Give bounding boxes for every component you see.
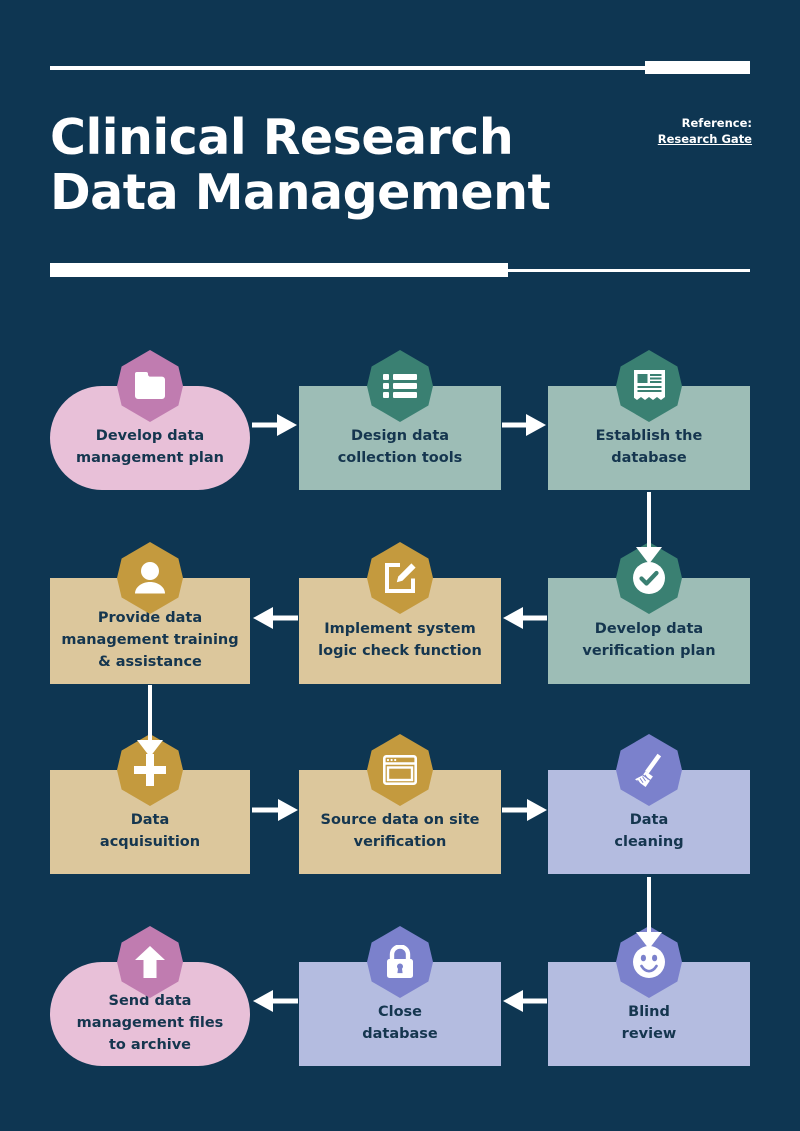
user-icon [135, 562, 165, 594]
flow-node-label: Source data on site verification [320, 812, 480, 850]
flow-node-label: Design data collection tools [337, 428, 463, 466]
page-title-line-1: Clinical Research [50, 109, 514, 166]
broom-icon [635, 753, 662, 787]
connector-arrow-c5 [253, 605, 298, 631]
flow-node-label: Blind review [621, 1004, 677, 1042]
flow-node-label: Close database [362, 1004, 438, 1042]
connector-arrow-c7 [252, 797, 298, 823]
flow-node-data-cleaning[interactable]: Data cleaning [548, 734, 750, 874]
flowchart: Develop data management plan Design data … [0, 300, 800, 1100]
flow-node-label: Develop data verification plan [582, 621, 716, 659]
connector-arrow-c8 [502, 797, 547, 823]
lock-icon [387, 945, 413, 978]
reference-block: Reference: Research Gate [658, 115, 752, 147]
flow-node-label: Send data management files to archive [76, 993, 224, 1053]
flow-node-implement-system-logic-check[interactable]: Implement system logic check function [299, 542, 501, 684]
browser-window-icon [383, 755, 417, 785]
flow-node-provide-data-management-training[interactable]: Provide data management training & assis… [50, 542, 250, 684]
folder-icon [135, 372, 165, 399]
page-title-line-2: Data Management [50, 164, 551, 221]
connector-arrow-c2 [502, 412, 546, 438]
plus-icon [134, 754, 166, 786]
check-circle-icon [633, 562, 665, 594]
reference-label: Reference: [681, 116, 752, 130]
flow-node-label: Provide data management training & assis… [61, 610, 239, 670]
flow-node-blind-review[interactable]: Blind review [548, 926, 750, 1066]
list-icon [383, 374, 417, 398]
flow-node-label: Data acquisuition [99, 812, 201, 850]
connector-arrow-c3 [636, 492, 662, 564]
page-title: Clinical Research Data Management [50, 110, 590, 220]
edit-icon [385, 563, 416, 593]
upload-arrow-icon [135, 946, 165, 978]
flow-node-develop-data-management-plan[interactable]: Develop data management plan [50, 350, 250, 490]
flow-node-label: Data cleaning [614, 812, 684, 850]
connector-arrow-c6 [137, 685, 163, 757]
header-top-accent-block [645, 61, 750, 74]
connector-arrow-c9 [636, 877, 662, 949]
flow-node-close-database[interactable]: Close database [299, 926, 501, 1066]
flow-node-label: Develop data management plan [76, 428, 224, 466]
flow-node-send-data-management-files-to-archive[interactable]: Send data management files to archive [50, 926, 250, 1066]
flow-node-data-acquisuition[interactable]: Data acquisuition [50, 734, 250, 874]
connector-arrow-c10 [503, 988, 547, 1014]
document-icon [633, 369, 665, 400]
smiley-face-icon [633, 946, 665, 978]
flow-node-label: Establish the database [595, 428, 703, 466]
header: Clinical Research Data Management Refere… [0, 0, 800, 300]
flow-node-develop-data-verification-plan[interactable]: Develop data verification plan [548, 542, 750, 684]
connector-arrow-c1 [252, 412, 297, 438]
flow-node-label: Implement system logic check function [318, 621, 482, 659]
connector-arrow-c11 [253, 988, 298, 1014]
connector-arrow-c4 [503, 605, 547, 631]
flow-node-establish-the-database[interactable]: Establish the database [548, 350, 750, 490]
infographic-page: Clinical Research Data Management Refere… [0, 0, 800, 1131]
flow-node-design-data-collection-tools[interactable]: Design data collection tools [299, 350, 501, 490]
flow-node-source-data-on-site-verification[interactable]: Source data on site verification [299, 734, 501, 874]
reference-link[interactable]: Research Gate [658, 131, 752, 147]
header-bottom-accent-block [50, 263, 508, 277]
